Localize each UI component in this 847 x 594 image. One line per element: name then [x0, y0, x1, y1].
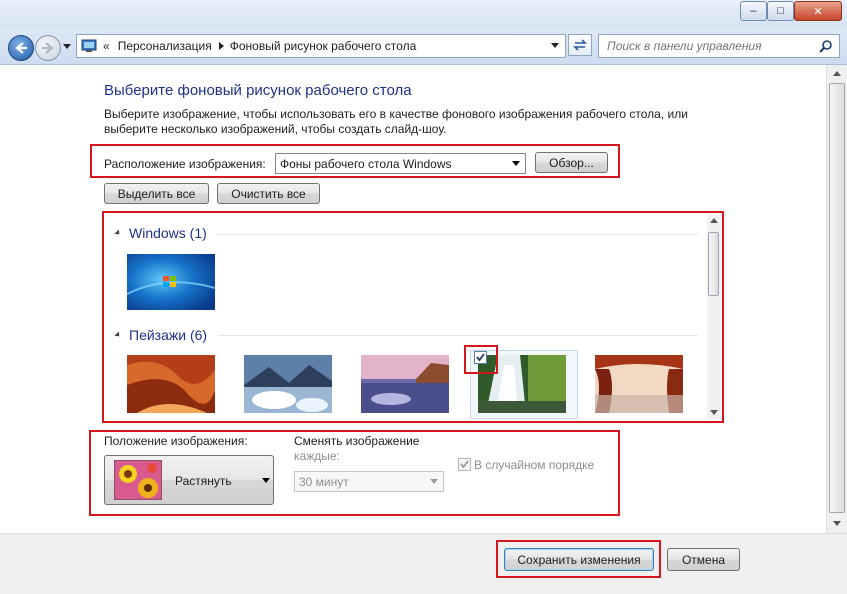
- location-label: Расположение изображения:: [104, 157, 266, 171]
- cancel-button[interactable]: Отмена: [667, 548, 740, 571]
- forward-button[interactable]: [35, 35, 61, 61]
- group-title: Пейзажи (6): [129, 327, 208, 343]
- history-dropdown-icon[interactable]: [63, 44, 71, 50]
- back-button[interactable]: [8, 35, 34, 61]
- scroll-down-icon[interactable]: [710, 410, 718, 415]
- location-value: Фоны рабочего стола Windows: [280, 156, 452, 171]
- group-title: Windows (1): [129, 225, 207, 241]
- clear-all-button[interactable]: Очистить все: [217, 183, 320, 204]
- change-interval-label-line1: Сменять изображение: [294, 434, 420, 448]
- change-interval-label-line2: каждые:: [294, 449, 340, 463]
- gallery-scroll-thumb[interactable]: [708, 232, 719, 296]
- interval-dropdown[interactable]: 30 минут: [294, 471, 444, 492]
- control-panel-icon: [81, 39, 97, 52]
- gallery-scrollbar[interactable]: [707, 214, 721, 419]
- dropdown-arrow-icon: [512, 161, 520, 166]
- scroll-up-icon[interactable]: [833, 71, 841, 76]
- wallpaper-thumb-canyon[interactable]: [127, 355, 215, 413]
- wallpaper-thumb-arch[interactable]: [595, 355, 683, 413]
- chevron-right-icon: [218, 42, 224, 50]
- refresh-button[interactable]: [568, 34, 592, 56]
- window-titlebar: – □ ✕: [0, 0, 847, 28]
- maximize-button[interactable]: □: [767, 1, 794, 21]
- address-bar[interactable]: « Персонализация Фоновый рисунок рабочег…: [76, 34, 566, 58]
- group-divider: [218, 335, 698, 336]
- checkbox-highlight: [464, 345, 498, 374]
- collapse-triangle-icon: [114, 331, 122, 339]
- arch-wallpaper-image: [595, 355, 683, 413]
- group-header-landscapes[interactable]: Пейзажи (6): [114, 327, 208, 343]
- arrow-left-icon: [15, 42, 27, 54]
- page-title: Выберите фоновый рисунок рабочего стола: [104, 82, 412, 99]
- shuffle-label: В случайном порядке: [474, 458, 595, 472]
- group-divider: [218, 234, 698, 235]
- ice-wallpaper-image: [244, 355, 332, 413]
- dropdown-arrow-icon: [430, 479, 438, 484]
- close-button[interactable]: ✕: [794, 1, 842, 21]
- position-dropdown[interactable]: Растянуть: [104, 455, 274, 505]
- scroll-up-icon[interactable]: [710, 218, 718, 223]
- breadcrumb-personalization[interactable]: Персонализация: [118, 39, 212, 53]
- main-scrollbar[interactable]: [826, 65, 847, 533]
- search-input[interactable]: [605, 38, 819, 54]
- location-dropdown[interactable]: Фоны рабочего стола Windows: [275, 153, 526, 174]
- chevron-down-icon[interactable]: [551, 43, 559, 48]
- flower-preview-icon: [114, 460, 162, 500]
- search-box[interactable]: [598, 34, 840, 58]
- collapse-triangle-icon: [114, 229, 122, 237]
- shuffle-checkbox[interactable]: [458, 458, 471, 471]
- search-icon[interactable]: [819, 39, 833, 53]
- minimize-button[interactable]: –: [740, 1, 767, 21]
- change-interval-label: Сменять изображение каждые:: [294, 434, 419, 464]
- coast-wallpaper-image: [361, 355, 449, 413]
- maximize-icon: □: [777, 4, 784, 17]
- breadcrumb-separator: «: [103, 39, 110, 53]
- wallpaper-thumb-coast[interactable]: [361, 355, 449, 413]
- windows-wallpaper-image: [126, 254, 216, 310]
- select-all-button[interactable]: Выделить все: [104, 183, 209, 204]
- arrow-right-icon: [42, 42, 54, 54]
- browse-button[interactable]: Обзор...: [535, 152, 608, 173]
- close-icon: ✕: [813, 5, 823, 18]
- position-label: Положение изображения:: [104, 434, 248, 448]
- position-value: Растянуть: [175, 474, 232, 488]
- checkmark-icon: [460, 460, 469, 469]
- scroll-down-icon[interactable]: [833, 521, 841, 526]
- minimize-icon: –: [750, 4, 757, 17]
- canyon-wallpaper-image: [127, 355, 215, 413]
- save-changes-button[interactable]: Сохранить изменения: [504, 548, 654, 571]
- interval-value: 30 минут: [299, 474, 349, 489]
- breadcrumb-desktop-background[interactable]: Фоновый рисунок рабочего стола: [230, 39, 417, 53]
- chevron-down-icon: [262, 478, 270, 483]
- page-description: Выберите изображение, чтобы использовать…: [104, 107, 688, 136]
- main-scroll-thumb[interactable]: [829, 83, 845, 513]
- navigation-bar: « Персонализация Фоновый рисунок рабочег…: [0, 28, 847, 65]
- wallpaper-thumb-windows[interactable]: [126, 254, 216, 310]
- group-header-windows[interactable]: Windows (1): [114, 225, 207, 241]
- refresh-icon: [573, 39, 587, 51]
- wallpaper-thumb-ice[interactable]: [244, 355, 332, 413]
